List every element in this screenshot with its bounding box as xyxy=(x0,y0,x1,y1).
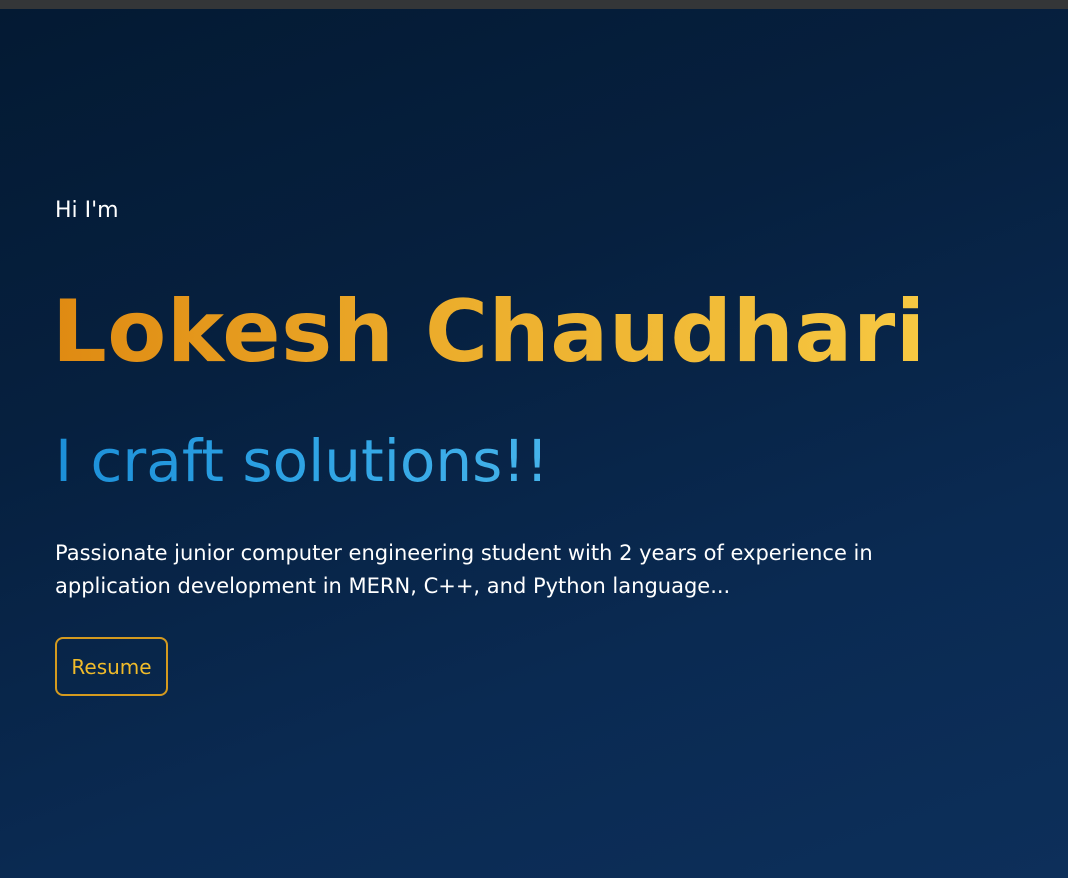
hero-tagline: I craft solutions!! xyxy=(55,427,549,495)
greeting-text: Hi I'm xyxy=(55,198,119,223)
hero-section: Hi I'm Lokesh Chaudhari I craft solution… xyxy=(0,9,1068,878)
browser-top-strip xyxy=(0,0,1068,9)
resume-button[interactable]: Resume xyxy=(55,637,168,696)
hero-name-heading: Lokesh Chaudhari xyxy=(52,277,926,387)
hero-description: Passionate junior computer engineering s… xyxy=(55,541,873,598)
